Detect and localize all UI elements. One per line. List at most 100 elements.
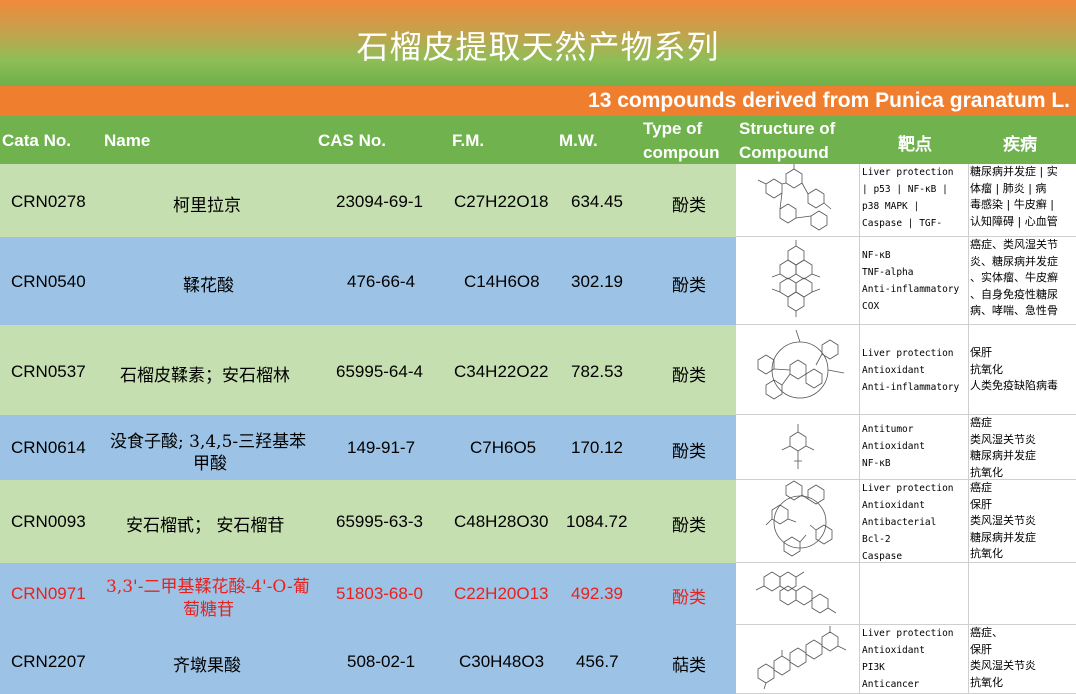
- header-name: Name: [104, 131, 151, 150]
- target-item: Antioxidant: [862, 365, 925, 376]
- cata-no: CRN0537: [11, 362, 86, 381]
- table-row: CRN0537 石榴皮鞣素；安石榴林 65995-64-4 C34H22O22 …: [0, 325, 1076, 415]
- disease-item: 癌症: [970, 416, 992, 429]
- header-type-line1: Type of: [643, 119, 703, 138]
- compound-name: 石榴皮鞣素；安石榴林: [120, 366, 290, 386]
- header-fm: F.M.: [452, 131, 485, 150]
- target-item: Antibacterial: [862, 517, 937, 528]
- target-item: Antioxidant: [862, 645, 925, 656]
- target-item: Antioxidant: [862, 441, 925, 452]
- mol-weight: 1084.72: [566, 512, 628, 531]
- compound-name-line2: 甲酸: [193, 454, 227, 474]
- structure-image: [736, 325, 860, 415]
- mol-weight: 456.7: [576, 652, 619, 671]
- target-item: Bcl-2: [862, 534, 891, 545]
- title-banner: 石榴皮提取天然产物系列: [0, 0, 1076, 86]
- disease-item: 病、哮喘、急性骨: [970, 304, 1058, 317]
- cas-no: 23094-69-1: [336, 192, 423, 211]
- compound-type: 酚类: [672, 366, 706, 386]
- disease-item: 糖尿病并发症: [970, 449, 1036, 462]
- subtitle-band: 13 compounds derived from Punica granatu…: [0, 86, 1076, 116]
- cas-no: 149-91-7: [347, 438, 416, 457]
- compound-name: 安石榴甙； 安石榴苷: [126, 516, 285, 536]
- disease-item: 抗氧化: [970, 547, 1003, 560]
- compound-name-line2: 萄糖苷: [183, 600, 234, 620]
- target-item: Antioxidant: [862, 500, 925, 511]
- header-cas: CAS No.: [318, 131, 386, 150]
- compound-type: 酚类: [672, 276, 706, 296]
- disease-item: 、实体瘤、牛皮癣: [970, 271, 1058, 284]
- cata-no: CRN0278: [11, 192, 86, 211]
- table-row: CRN0614 没食子酸; 3,4,5-三羟基苯 甲酸 149-91-7 C7H…: [0, 415, 1076, 480]
- table-header: Cata No. Name CAS No. F.M. M.W. Type of …: [0, 116, 1076, 164]
- cas-no: 476-66-4: [347, 272, 416, 291]
- compound-name: 3,3'-二甲基鞣花酸-4'-O-葡: [106, 577, 310, 597]
- disease-item: 糖尿病并发症 | 实: [970, 165, 1058, 178]
- target-item: COX: [862, 301, 880, 312]
- disease-cell: 保肝 抗氧化 人类免疫缺陷病毒: [969, 325, 1076, 415]
- mol-weight: 634.45: [571, 192, 623, 211]
- formula: C22H20O13: [454, 584, 549, 603]
- table-row: CRN0971 3,3'-二甲基鞣花酸-4'-O-葡 萄糖苷 51803-68-…: [0, 563, 1076, 625]
- cata-no: CRN0540: [11, 272, 86, 291]
- disease-item: 抗氧化: [970, 465, 1003, 479]
- compound-type: 酚类: [672, 588, 706, 608]
- disease-item: 、自身免疫性糖尿: [970, 287, 1058, 301]
- header-type-line2: compoun: [643, 143, 720, 162]
- cata-no: CRN2207: [11, 652, 86, 671]
- molecule-structure-icon: [755, 571, 837, 614]
- cas-no: 65995-63-3: [336, 512, 423, 531]
- cas-no: 65995-64-4: [336, 362, 423, 381]
- disease-cell: 癌症 保肝 类风湿关节炎 糖尿病并发症 抗氧化: [969, 480, 1076, 563]
- cata-no: CRN0614: [11, 438, 86, 457]
- compound-type: 酚类: [672, 442, 706, 462]
- disease-item: 类风湿关节炎: [970, 514, 1036, 527]
- compound-name: 鞣花酸: [183, 276, 234, 296]
- disease-item: 保肝: [970, 346, 992, 359]
- disease-cell: [969, 563, 1076, 625]
- table-row: CRN2207 齐墩果酸 508-02-1 C30H48O3 456.7 萜类 …: [0, 625, 1076, 694]
- target-item: p38 MAPK |: [862, 201, 920, 212]
- molecule-structure-icon: [757, 626, 847, 690]
- disease-cell: 糖尿病并发症 | 实 体瘤 | 肺炎 | 病 毒感染 | 牛皮癣 | 认知障碍 …: [969, 164, 1076, 237]
- molecule-structure-icon: [757, 164, 832, 231]
- disease-item: 毒感染 | 牛皮癣 |: [970, 198, 1054, 211]
- cata-no: CRN0971: [11, 584, 86, 603]
- disease-item: 体瘤 | 肺炎 | 病: [970, 181, 1047, 195]
- compound-name: 柯里拉京: [173, 196, 241, 216]
- target-cell: NF-κB TNF-alpha Anti-inflammatory COX: [860, 237, 969, 325]
- target-item: Anti-inflammatory: [862, 284, 960, 295]
- target-cell: Liver protection Antioxidant PI3K Antica…: [860, 625, 969, 694]
- cas-no: 508-02-1: [347, 652, 416, 671]
- header-cata: Cata No.: [2, 131, 71, 150]
- target-item: Liver protection: [862, 167, 954, 178]
- compound-type: 萜类: [672, 656, 706, 676]
- disease-item: 保肝: [970, 642, 992, 656]
- compound-type: 酚类: [672, 516, 706, 536]
- structure-image: [736, 563, 860, 625]
- cas-no: 51803-68-0: [336, 584, 423, 603]
- disease-item: 抗氧化: [970, 362, 1003, 376]
- target-item: Anticancer: [862, 679, 920, 690]
- target-item: Antitumor: [862, 424, 914, 435]
- formula: C27H22O18: [454, 192, 549, 211]
- disease-cell: 癌症、 保肝 类风湿关节炎 抗氧化: [969, 625, 1076, 694]
- disease-item: 类风湿关节炎: [970, 659, 1036, 672]
- compound-name: 齐墩果酸: [173, 656, 241, 676]
- disease-cell: 癌症 类风湿关节炎 糖尿病并发症 抗氧化: [969, 415, 1076, 480]
- target-cell: Liver protection | p53 | NF-κB | p38 MAP…: [860, 164, 969, 237]
- target-cell: Antitumor Antioxidant NF-κB: [860, 415, 969, 480]
- disease-cell: 癌症、类风湿关节 炎、糖尿病并发症 、实体瘤、牛皮癣 、自身免疫性糖尿 病、哮喘…: [969, 237, 1076, 325]
- disease-item: 人类免疫缺陷病毒: [970, 379, 1058, 392]
- header-mw: M.W.: [559, 131, 598, 150]
- mol-weight: 170.12: [571, 438, 623, 457]
- target-item: Anti-inflammatory: [862, 382, 960, 393]
- formula: C14H6O8: [464, 272, 540, 291]
- target-cell: [860, 563, 969, 625]
- formula: C7H6O5: [470, 438, 537, 457]
- target-item: Caspase: [862, 551, 903, 562]
- header-structure-line2: Compound: [739, 143, 829, 162]
- header-disease: 疾病: [1003, 135, 1037, 155]
- compound-type: 酚类: [672, 196, 706, 216]
- disease-item: 糖尿病并发症: [970, 530, 1036, 544]
